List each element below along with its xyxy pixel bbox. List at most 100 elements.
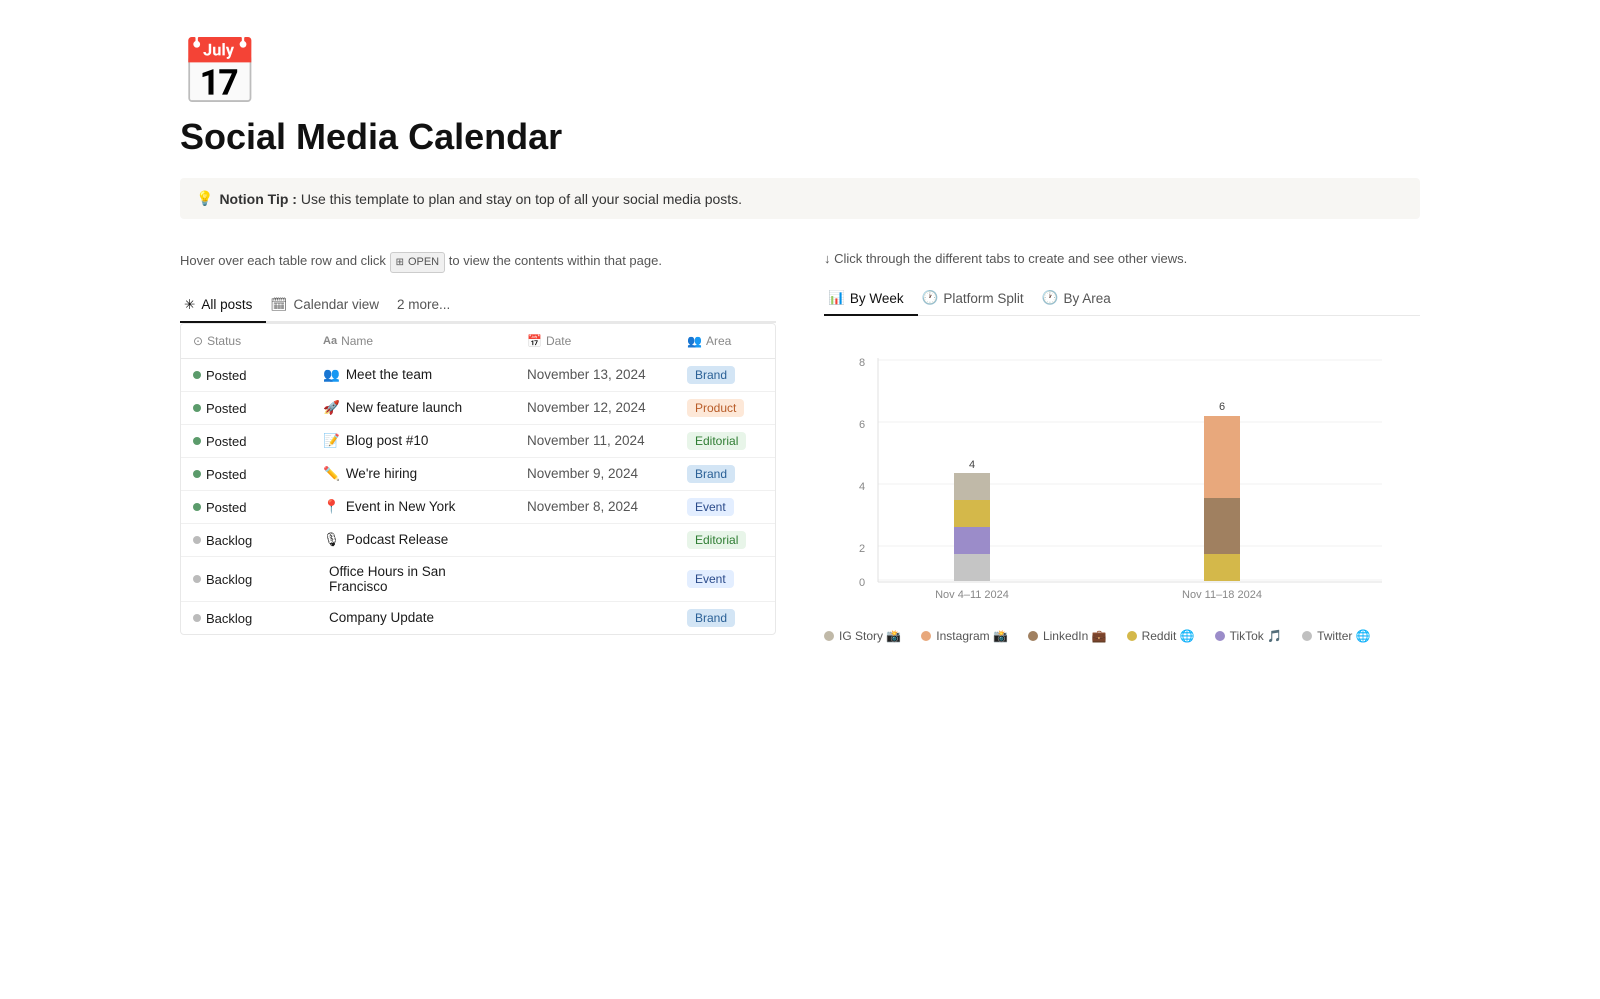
legend-label-twitter: Twitter 🌐 <box>1317 629 1371 643</box>
status-dot <box>193 503 201 511</box>
name-cell: Office Hours in San Francisco <box>311 557 515 601</box>
tab-more[interactable]: 2 more... <box>393 289 464 322</box>
table-row[interactable]: Posted 👥 Meet the team November 13, 2024… <box>181 359 775 392</box>
svg-text:Nov 4–11 2024: Nov 4–11 2024 <box>935 589 1009 601</box>
date-col-icon: 📅 <box>527 334 542 348</box>
chart-legend: IG Story 📸 Instagram 📸 LinkedIn 💼 Reddit… <box>824 629 1420 643</box>
date-cell <box>515 611 675 625</box>
legend-label-instagram: Instagram 📸 <box>936 629 1008 643</box>
legend-dot-reddit <box>1127 631 1137 641</box>
legend-item-reddit: Reddit 🌐 <box>1127 629 1195 643</box>
status-text: Posted <box>206 368 246 383</box>
chart-tabs: 📊 By Week 🕐 Platform Split 🕐 By Area <box>824 282 1420 316</box>
col-status: ⊙ Status <box>181 330 311 352</box>
status-dot <box>193 437 201 445</box>
area-tag: Brand <box>687 609 735 627</box>
row-icon: 📍 <box>323 499 340 515</box>
col-name: Aa Name <box>311 330 515 352</box>
area-cell: Brand <box>675 602 775 634</box>
status-badge: Posted <box>193 500 246 515</box>
col-date: 📅 Date <box>515 330 675 352</box>
status-text: Backlog <box>206 611 252 626</box>
name-cell: 📍 Event in New York <box>311 492 515 522</box>
chart-tab-platform-split[interactable]: 🕐 Platform Split <box>918 282 1038 316</box>
row-name-text: Podcast Release <box>346 532 448 547</box>
row-icon: 🎙 <box>323 532 340 548</box>
legend-dot-instagram <box>921 631 931 641</box>
status-text: Posted <box>206 434 246 449</box>
posts-table: ⊙ Status Aa Name 📅 Date 👥 Area <box>180 323 776 635</box>
legend-dot-ig_story <box>824 631 834 641</box>
col-area: 👥 Area <box>675 330 775 352</box>
table-row[interactable]: Posted ✏️ We're hiring November 9, 2024 … <box>181 458 775 491</box>
status-badge: Backlog <box>193 533 252 548</box>
all-posts-icon: ✳ <box>184 297 195 313</box>
table-row[interactable]: Posted 📍 Event in New York November 8, 2… <box>181 491 775 524</box>
clock-icon-1: 🕐 <box>922 290 939 306</box>
row-name-text: Company Update <box>329 610 434 625</box>
name-cell: ✏️ We're hiring <box>311 459 515 489</box>
area-cell: Editorial <box>675 425 775 457</box>
row-icon: ✏️ <box>323 466 340 482</box>
clock-icon-2: 🕐 <box>1042 290 1059 306</box>
row-name-text: Meet the team <box>346 367 432 382</box>
name-cell: Company Update <box>311 603 515 632</box>
legend-dot-twitter <box>1302 631 1312 641</box>
area-tag: Product <box>687 399 744 417</box>
area-cell: Editorial <box>675 524 775 556</box>
area-cell: Product <box>675 392 775 424</box>
chart-tab-by-week[interactable]: 📊 By Week <box>824 282 918 316</box>
calendar-icon: 🗓 <box>270 297 287 313</box>
bar-chart-svg: 8 6 4 2 0 <box>824 350 1420 610</box>
legend-dot-tiktok <box>1215 631 1225 641</box>
svg-text:2: 2 <box>859 543 865 555</box>
legend-dot-linkedin <box>1028 631 1038 641</box>
bar-group2-reddit <box>1204 554 1240 581</box>
svg-text:4: 4 <box>859 481 865 493</box>
open-badge-icon: ⊞ <box>396 255 404 270</box>
area-tag: Event <box>687 498 734 516</box>
name-cell: 🚀 New feature launch <box>311 393 515 423</box>
status-badge: Posted <box>193 467 246 482</box>
area-tag: Event <box>687 570 734 588</box>
status-dot <box>193 614 201 622</box>
tab-all-posts[interactable]: ✳ All posts <box>180 289 266 323</box>
status-dot <box>193 470 201 478</box>
status-text: Posted <box>206 401 246 416</box>
chart-section: ↓ Click through the different tabs to cr… <box>824 251 1420 643</box>
row-name-text: New feature launch <box>346 400 462 415</box>
svg-text:6: 6 <box>1219 401 1225 413</box>
status-text: Backlog <box>206 572 252 587</box>
tab-calendar-view[interactable]: 🗓 Calendar view <box>266 289 393 323</box>
bar-chart-container: 8 6 4 2 0 <box>824 340 1420 643</box>
row-name: 📝 Blog post #10 <box>323 433 503 449</box>
row-icon: 📝 <box>323 433 340 449</box>
area-tag: Brand <box>687 366 735 384</box>
status-cell: Posted <box>181 459 311 489</box>
area-cell: Brand <box>675 359 775 391</box>
chart-tab-by-area[interactable]: 🕐 By Area <box>1038 282 1125 316</box>
row-name-text: Office Hours in San Francisco <box>329 564 503 594</box>
status-badge: Backlog <box>193 611 252 626</box>
row-name: ✏️ We're hiring <box>323 466 503 482</box>
table-row[interactable]: Posted 🚀 New feature launch November 12,… <box>181 392 775 425</box>
table-row[interactable]: Backlog Company Update Brand <box>181 602 775 634</box>
area-col-icon: 👥 <box>687 334 702 348</box>
page-wrapper: 📅 Social Media Calendar 💡 Notion Tip : U… <box>100 0 1500 703</box>
status-dot <box>193 371 201 379</box>
table-row[interactable]: Posted 📝 Blog post #10 November 11, 2024… <box>181 425 775 458</box>
date-cell: November 11, 2024 <box>515 426 675 455</box>
bar-chart-icon: 📊 <box>828 290 845 306</box>
notion-tip: 💡 Notion Tip : Use this template to plan… <box>180 178 1420 219</box>
row-name-text: Blog post #10 <box>346 433 429 448</box>
table-row[interactable]: Backlog Office Hours in San Francisco Ev… <box>181 557 775 602</box>
status-text: Backlog <box>206 533 252 548</box>
name-col-icon: Aa <box>323 335 337 347</box>
svg-text:0: 0 <box>859 577 865 589</box>
legend-label-linkedin: LinkedIn 💼 <box>1043 629 1107 643</box>
bar-group2-instagram <box>1204 416 1240 498</box>
area-tag: Editorial <box>687 531 746 549</box>
area-tag: Brand <box>687 465 735 483</box>
table-row[interactable]: Backlog 🎙 Podcast Release Editorial <box>181 524 775 557</box>
row-icon: 👥 <box>323 367 340 383</box>
